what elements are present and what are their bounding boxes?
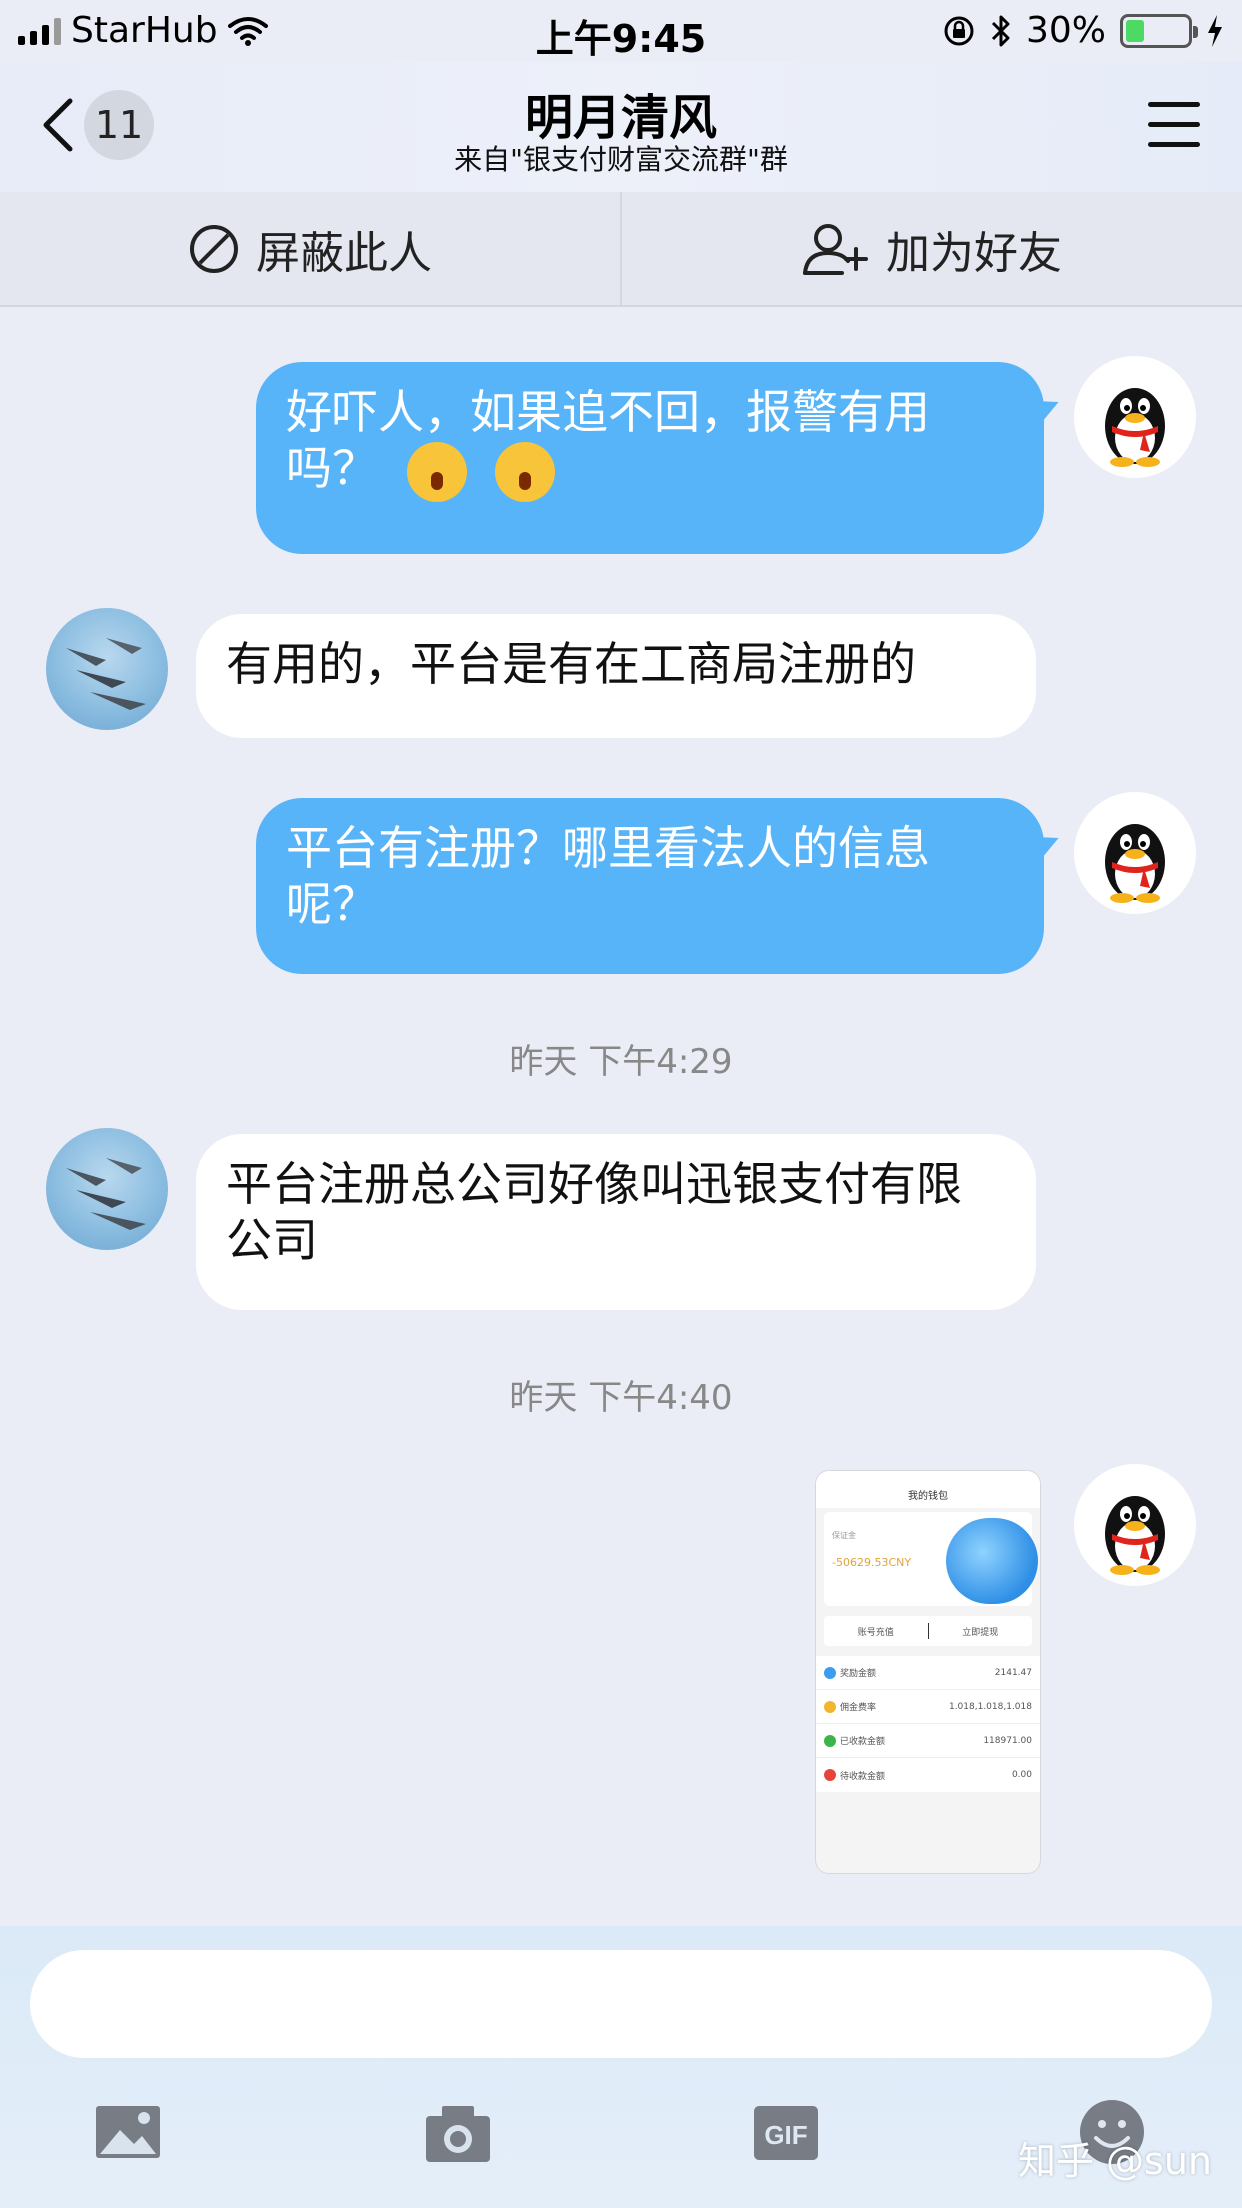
message-bubble-outgoing[interactable]: 平台有注册？哪里看法人的信息呢？ [256, 798, 1044, 974]
add-friend-button[interactable]: 加为好友 [620, 192, 1242, 305]
watermark: 知乎 @sun [1017, 2139, 1212, 2183]
shot-deposit-label: 保证金 [832, 1531, 856, 1540]
photo-button[interactable] [94, 2104, 162, 2164]
contact-avatar[interactable] [46, 1128, 168, 1250]
fighter-jets-avatar-icon [66, 638, 146, 710]
camera-icon [426, 2106, 490, 2162]
crying-emoji-icon [495, 441, 556, 502]
received-dot-icon [824, 1734, 836, 1747]
shot-row-label: 已收款金额 [840, 1737, 886, 1747]
orientation-lock-icon [944, 16, 974, 45]
block-user-label: 屏蔽此人 [256, 227, 432, 279]
shot-row-value: 118971.00 [983, 1735, 1032, 1746]
block-user-button[interactable]: 屏蔽此人 [0, 192, 620, 305]
wallet-illustration-icon [946, 1518, 1038, 1604]
contact-avatar[interactable] [46, 608, 168, 730]
image-message[interactable]: 我的钱包 保证金 -50629.53CNY 账号充值 立即提现 奖励金额 214… [815, 1470, 1041, 1874]
message-text: 平台注册总公司好像叫迅银支付有限公司 [226, 1157, 962, 1267]
shot-row: 佣金费率 1.018,1.018,1.018 [816, 1690, 1040, 1724]
my-avatar[interactable] [1074, 356, 1196, 478]
message-text: 有用的，平台是有在工商局注册的 [226, 637, 916, 691]
pending-dot-icon [824, 1769, 836, 1781]
chat-subtitle: 来自"银支付财富交流群"群 [454, 143, 788, 176]
message-text: 平台有注册？哪里看法人的信息呢？ [286, 821, 930, 931]
shot-withdraw-button: 立即提现 [962, 1627, 999, 1638]
message-text: 好吓人，如果追不回，报警有用吗？ [286, 385, 930, 495]
shot-row-label: 待收款金额 [840, 1771, 886, 1782]
shot-row-value: 1.018,1.018,1.018 [948, 1701, 1032, 1712]
add-user-icon [803, 223, 868, 275]
shot-row-value: 0.00 [1011, 1770, 1032, 1780]
penguin-avatar-icon [1105, 1496, 1165, 1575]
status-bar: StarHub 上午9:45 30% [0, 0, 1242, 62]
bluetooth-icon [991, 15, 1010, 46]
menu-icon[interactable] [1148, 102, 1200, 148]
shot-button-row: 账号充值 立即提现 [824, 1616, 1032, 1646]
reward-dot-icon [824, 1666, 836, 1679]
image-icon [96, 2106, 160, 2158]
shot-row-value: 2141.47 [994, 1667, 1032, 1678]
message-bubble-outgoing[interactable]: 好吓人，如果追不回，报警有用吗？ [256, 362, 1044, 554]
message-bubble-incoming[interactable]: 有用的，平台是有在工商局注册的 [196, 614, 1036, 738]
penguin-avatar-icon [1105, 824, 1165, 903]
shot-row-label: 佣金费率 [840, 1703, 877, 1713]
penguin-avatar-icon [1105, 388, 1165, 467]
shot-rows: 奖励金额 2141.47 佣金费率 1.018,1.018,1.018 已收款金… [816, 1656, 1040, 1792]
shot-row: 待收款金额 0.00 [816, 1758, 1040, 1792]
camera-button[interactable] [424, 2104, 492, 2168]
battery-percent: 30% [1025, 10, 1106, 51]
shot-deposit-value: -50629.53CNY [832, 1556, 912, 1569]
shot-title: 我的钱包 [816, 1485, 1040, 1508]
shot-balance-card: 保证金 -50629.53CNY [824, 1512, 1038, 1606]
charging-icon [1208, 14, 1222, 47]
message-input[interactable] [30, 1950, 1212, 2058]
message-bubble-incoming[interactable]: 平台注册总公司好像叫迅银支付有限公司 [196, 1134, 1036, 1310]
fighter-jets-avatar-icon [66, 1158, 146, 1230]
gif-button[interactable]: GIF [752, 2104, 820, 2166]
svg-text:GIF: GIF [764, 2120, 807, 2150]
shot-row: 奖励金额 2141.47 [816, 1656, 1040, 1690]
my-avatar[interactable] [1074, 1464, 1196, 1586]
commission-dot-icon [824, 1700, 836, 1713]
chat-header: 11 明月清风 来自"银支付财富交流群"群 [0, 62, 1242, 192]
my-avatar[interactable] [1074, 792, 1196, 914]
shot-recharge-button: 账号充值 [857, 1627, 894, 1638]
crying-emoji-icon [406, 441, 467, 502]
shot-row: 已收款金额 118971.00 [816, 1724, 1040, 1758]
battery-icon [1120, 13, 1198, 48]
message-timestamp: 昨天 下午4:29 [509, 1042, 733, 1082]
shot-row-label: 奖励金额 [840, 1669, 877, 1679]
block-icon [190, 224, 238, 273]
stranger-action-bar: 屏蔽此人 加为好友 [0, 192, 1242, 307]
add-friend-label: 加为好友 [886, 227, 1062, 279]
gif-icon: GIF [754, 2106, 818, 2160]
message-timestamp: 昨天 下午4:40 [509, 1378, 733, 1418]
